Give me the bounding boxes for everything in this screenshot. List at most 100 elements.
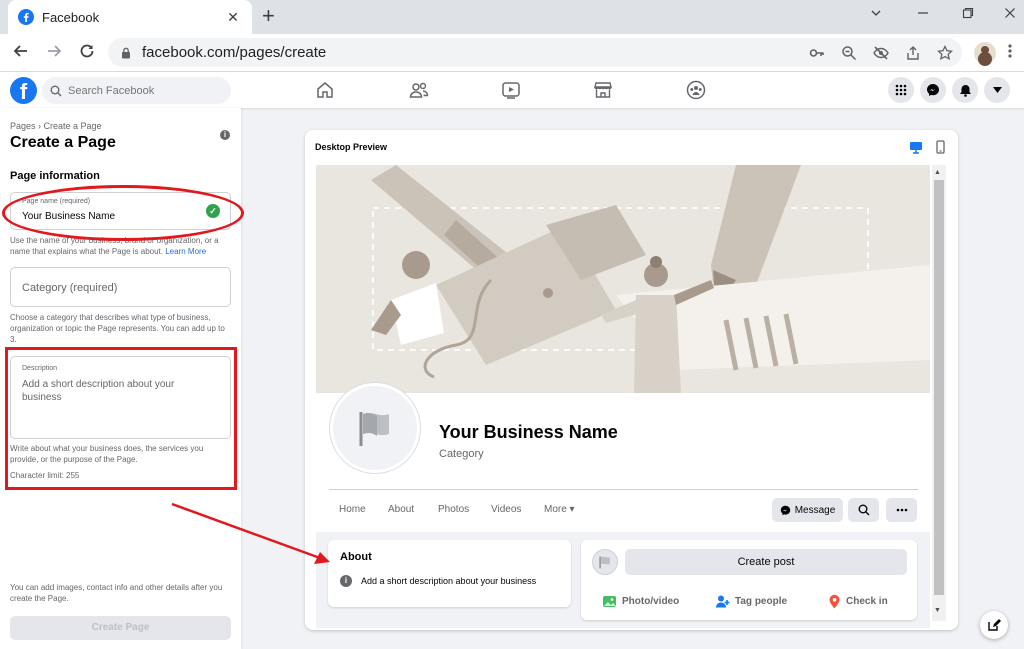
browser-toolbar: facebook.com/pages/create [0,34,1024,72]
scroll-thumb[interactable] [934,180,944,595]
info-icon: i [340,575,352,587]
share-icon[interactable] [904,44,922,62]
reload-icon[interactable] [78,42,96,64]
desktop-view-icon[interactable] [909,141,923,159]
breadcrumb[interactable]: Pages › Create a Page [10,121,102,131]
character-limit: Character limit: 255 [10,471,80,480]
page-more-button[interactable] [886,498,917,522]
info-icon[interactable]: i [220,130,230,140]
tab-search-chevron-icon[interactable] [870,6,882,22]
about-card: About i Add a short description about yo… [328,540,571,607]
description-helper: Write about what your business does, the… [10,444,204,464]
bottom-note: You can add images, contact info and oth… [10,583,223,603]
create-page-panel: Pages › Create a Page Create a Page i Pa… [0,108,241,649]
home-icon[interactable] [315,80,335,100]
messenger-button[interactable] [920,77,946,103]
check-in-action[interactable]: Check in [828,594,888,609]
groups-icon[interactable] [686,80,706,100]
message-label: Message [794,504,836,516]
search-icon [858,504,869,516]
messenger-icon [780,505,790,515]
page-name-value[interactable]: Your Business Name [22,211,115,222]
eye-off-icon[interactable] [872,44,890,62]
cover-illustration [316,165,930,393]
menu-grid-button[interactable] [888,77,914,103]
watch-icon[interactable] [501,80,521,100]
new-tab-button[interactable]: + [262,5,275,27]
page-profile-picture [330,383,420,473]
tag-people-icon [716,595,730,608]
browser-tabstrip: Facebook ✕ + [0,0,1024,34]
caret-down-icon [992,87,1002,93]
flag-icon [599,556,610,569]
tab-photos[interactable]: Photos [438,504,469,515]
messenger-icon [927,84,939,96]
compose-icon [988,619,1001,631]
close-window-icon[interactable] [1004,6,1016,22]
account-menu-button[interactable] [984,77,1010,103]
photo-video-label: Photo/video [622,596,680,607]
create-page-button[interactable]: Create Page [10,616,231,640]
tab-home[interactable]: Home [339,504,366,515]
zoom-icon[interactable] [840,44,858,62]
post-avatar [592,549,618,575]
minimize-icon[interactable] [917,6,929,22]
preview-scrollbar[interactable]: ▲ ▼ [932,165,946,621]
more-dots-icon [896,508,907,512]
about-title: About [340,551,372,563]
facebook-logo[interactable]: f [10,77,37,104]
key-icon[interactable] [808,44,826,62]
facebook-header: f [0,72,1024,108]
new-message-button[interactable] [980,611,1008,639]
bookmark-star-icon[interactable] [936,44,954,62]
tab-about[interactable]: About [388,504,414,515]
restore-icon[interactable] [962,6,974,22]
scroll-down-icon[interactable]: ▼ [934,607,941,614]
tab-close-icon[interactable]: ✕ [224,9,242,26]
marketplace-icon[interactable] [593,80,613,100]
location-pin-icon [829,594,840,609]
preview-title: Desktop Preview [315,142,388,152]
facebook-search[interactable] [42,77,231,104]
scroll-up-icon[interactable]: ▲ [934,169,941,176]
back-arrow-icon[interactable] [12,42,30,64]
page-title: Create a Page [10,134,116,151]
tab-more[interactable]: More ▾ [544,504,575,515]
browser-menu-icon[interactable] [1008,43,1012,64]
lock-icon[interactable] [120,47,132,59]
message-button[interactable]: Message [772,498,843,522]
friends-icon[interactable] [409,80,429,100]
mobile-view-icon[interactable] [936,140,945,159]
search-input[interactable] [68,84,218,97]
learn-more-link[interactable]: Learn More [165,247,206,256]
business-category: Category [439,448,484,460]
category-placeholder: Category (required) [22,282,118,294]
notifications-button[interactable] [952,77,978,103]
category-field[interactable]: Category (required) [10,267,231,307]
description-field[interactable]: Description Add a short description abou… [10,356,231,439]
profile-divider [329,489,918,490]
page-search-button[interactable] [848,498,879,522]
tag-people-label: Tag people [735,596,788,607]
address-bar[interactable]: facebook.com/pages/create [108,38,962,67]
facebook-favicon-icon [18,9,34,25]
page-name-helper: Use the name of your business, brand or … [10,235,232,257]
business-name: Your Business Name [439,422,618,442]
grid-icon [895,84,907,96]
profile-avatar[interactable] [974,42,996,64]
section-title: Page information [10,170,100,182]
forward-arrow-icon[interactable] [45,42,63,64]
tag-people-action[interactable]: Tag people [715,594,787,609]
description-placeholder: Add a short description about your busin… [22,379,175,403]
browser-tab[interactable]: Facebook ✕ [8,0,252,34]
check-in-label: Check in [846,596,888,607]
page-name-field[interactable]: Page name (required) Your Business Name … [10,192,231,230]
create-post-button[interactable]: Create post [625,549,907,575]
tab-videos[interactable]: Videos [491,504,521,515]
category-helper: Choose a category that describes what ty… [10,313,225,344]
photo-video-action[interactable]: Photo/video [602,594,679,609]
valid-check-icon: ✓ [206,204,220,218]
about-text: Add a short description about your busin… [361,576,537,586]
create-post-card: Create post Photo/video Tag people Check… [581,540,917,620]
url-text: facebook.com/pages/create [142,44,327,61]
